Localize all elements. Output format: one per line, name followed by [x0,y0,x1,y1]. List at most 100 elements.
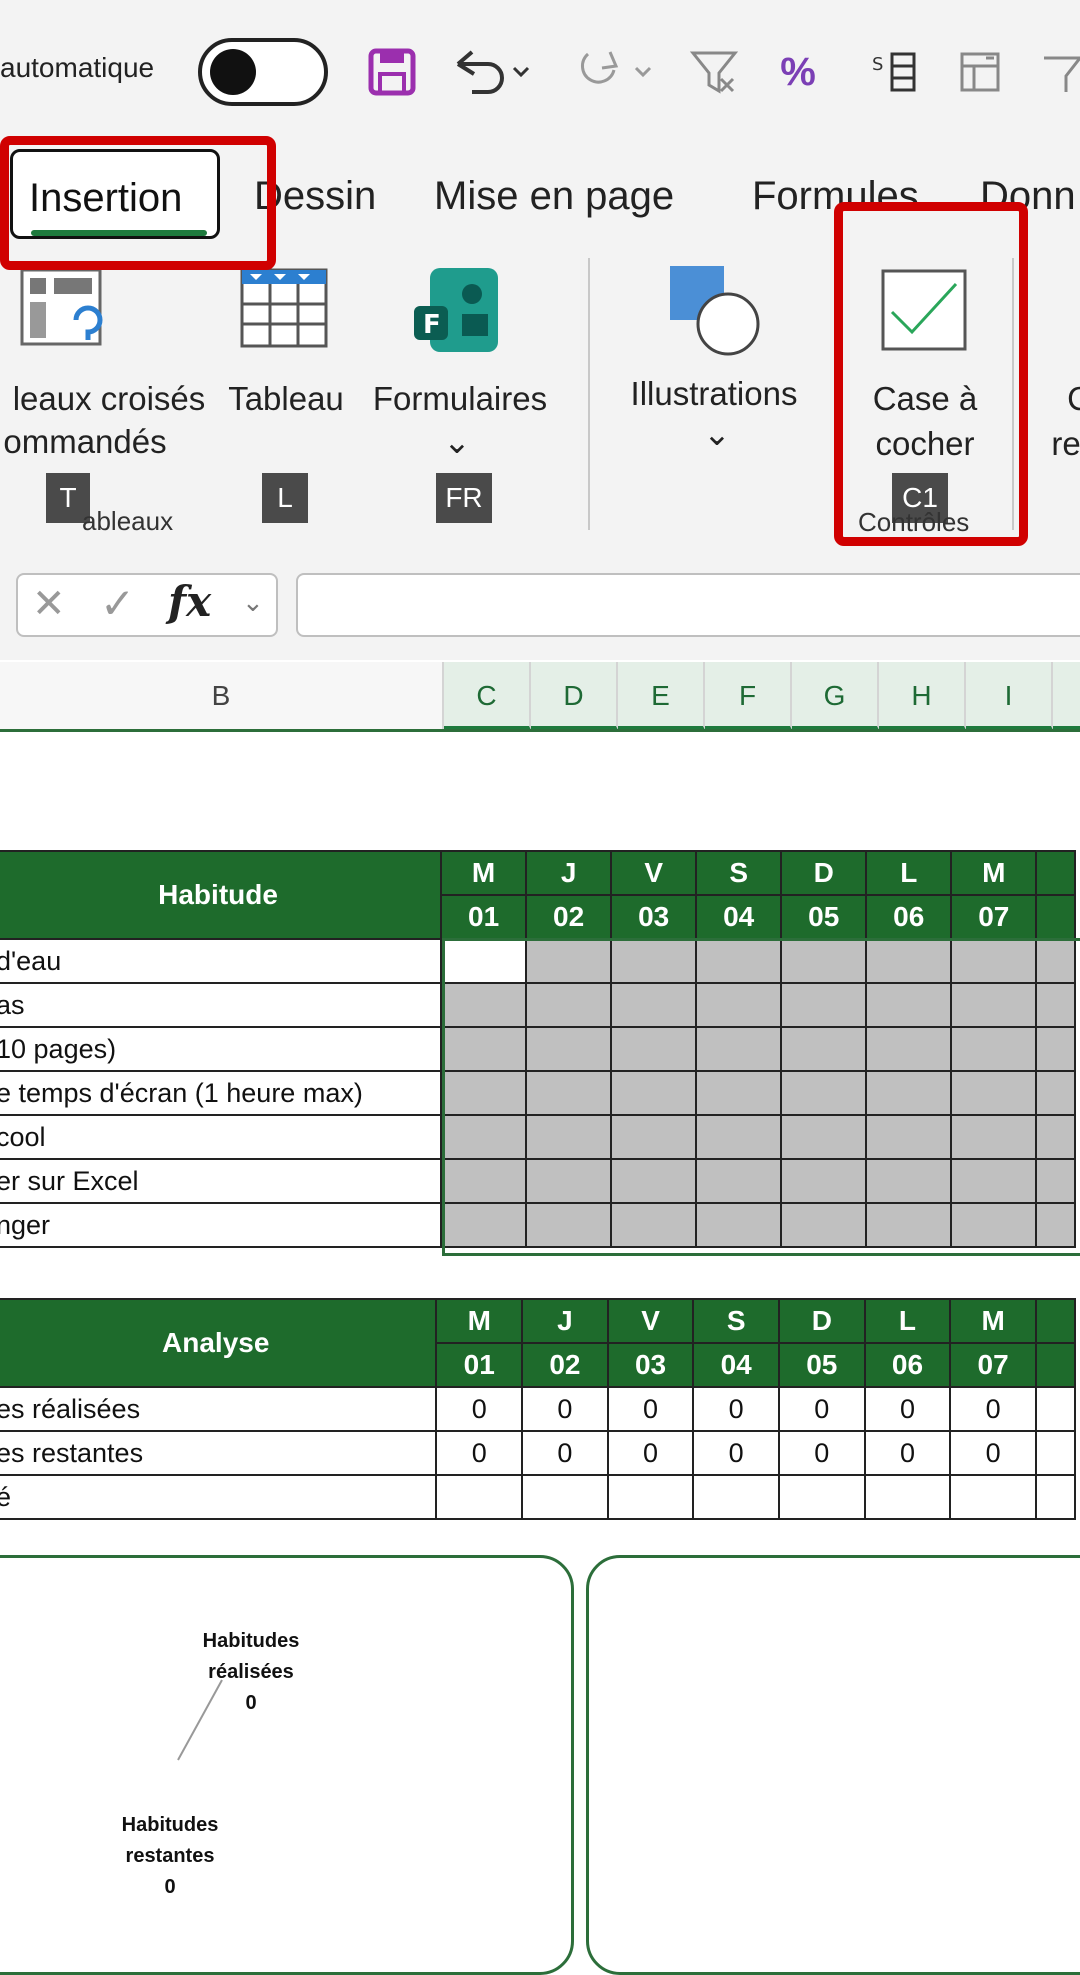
chart-panel-left[interactable] [0,1555,574,1975]
checkbox-cell[interactable] [780,1158,868,1204]
checkbox-cell[interactable] [440,1202,528,1248]
date-cell[interactable]: 02 [521,1342,609,1388]
checkbox-cell[interactable] [695,982,783,1028]
checkbox-cell[interactable] [525,1202,613,1248]
day-cell[interactable]: L [863,1298,952,1344]
checkbox-cell[interactable] [440,1070,528,1116]
redo-icon[interactable] [570,40,660,104]
checkbox-cell[interactable] [950,1158,1038,1204]
value-cell[interactable] [863,1474,952,1520]
day-cell-partial[interactable] [1035,850,1076,896]
checkbox-cell[interactable] [610,982,698,1028]
checkbox-cell[interactable] [950,1202,1038,1248]
date-cell[interactable]: 03 [606,1342,695,1388]
checkbox-cell[interactable] [610,1070,698,1116]
formula-input[interactable] [296,573,1080,637]
column-header-e[interactable]: E [618,662,705,730]
value-cell[interactable]: 0 [606,1386,695,1432]
value-cell[interactable]: 0 [521,1386,609,1432]
value-cell[interactable]: 0 [778,1386,866,1432]
date-cell[interactable]: 06 [863,1342,952,1388]
cancel-icon[interactable]: ✕ [32,581,66,627]
sort-icon[interactable]: S [864,40,924,104]
analysis-label[interactable]: é [0,1474,438,1520]
day-cell[interactable]: J [525,850,613,896]
checkbox-cell[interactable] [1035,982,1076,1028]
chevron-down-icon[interactable]: ⌄ [242,587,264,618]
checkbox-cell[interactable] [610,1158,698,1204]
undo-icon[interactable] [448,40,538,104]
habit-label[interactable]: cool [0,1114,443,1160]
value-cell[interactable] [606,1474,695,1520]
day-cell[interactable]: M [950,850,1038,896]
day-cell[interactable]: S [695,850,783,896]
day-cell[interactable]: J [521,1298,609,1344]
checkbox-cell[interactable] [610,1114,698,1160]
checkbox-cell[interactable] [440,1026,528,1072]
analysis-label[interactable]: es réalisées [0,1386,438,1432]
date-cell[interactable]: 05 [778,1342,866,1388]
checkbox-cell[interactable] [865,1026,953,1072]
partial-button-label-1[interactable]: C [1064,375,1080,423]
checkbox-cell[interactable] [695,1026,783,1072]
checkbox-cell[interactable] [695,1070,783,1116]
value-cell[interactable]: 0 [863,1386,952,1432]
checkbox-cell[interactable] [1035,938,1076,984]
day-cell[interactable]: M [435,1298,524,1344]
checkbox-cell[interactable] [610,938,698,984]
day-cell[interactable]: D [778,1298,866,1344]
checkbox-cell[interactable] [865,1070,953,1116]
date-cell[interactable]: 04 [692,1342,780,1388]
filter-clear-icon[interactable] [684,40,744,104]
value-cell[interactable] [435,1474,524,1520]
checkbox-cell[interactable] [695,1202,783,1248]
habit-label[interactable]: d'eau [0,938,443,984]
pivot-table-label-1[interactable]: leaux croisés [0,375,218,423]
checkbox-cell[interactable] [865,938,953,984]
date-cell[interactable]: 01 [435,1342,524,1388]
checkbox-cell[interactable] [525,1158,613,1204]
checkbox-cell[interactable] [865,982,953,1028]
date-cell[interactable]: 02 [525,894,613,940]
column-header-partial[interactable] [1053,662,1080,730]
habit-label[interactable]: e temps d'écran (1 heure max) [0,1070,443,1116]
checkbox-cell[interactable] [695,1158,783,1204]
checkbox-cell[interactable] [780,982,868,1028]
date-cell[interactable]: 04 [695,894,783,940]
column-header-b[interactable]: B [0,662,444,730]
value-cell[interactable] [692,1474,780,1520]
checkbox-cell[interactable] [865,1202,953,1248]
checkbox-cell[interactable] [440,982,528,1028]
value-cell-partial[interactable] [1034,1430,1077,1476]
date-cell[interactable]: 07 [949,1342,1037,1388]
checkbox-cell[interactable] [525,1114,613,1160]
value-cell[interactable]: 0 [606,1430,695,1476]
checkbox-cell[interactable] [950,982,1038,1028]
value-cell[interactable]: 0 [863,1430,952,1476]
day-cell[interactable]: D [780,850,868,896]
day-cell[interactable]: V [610,850,698,896]
checkbox-cell[interactable] [1035,1158,1076,1204]
value-cell[interactable]: 0 [692,1430,780,1476]
value-cell[interactable]: 0 [435,1386,524,1432]
date-cell[interactable]: 06 [865,894,953,940]
date-cell[interactable]: 07 [950,894,1038,940]
day-cell-partial[interactable] [1034,1298,1077,1344]
checkbox-cell[interactable] [1035,1070,1076,1116]
table-button-label[interactable]: Tableau [218,375,354,423]
value-cell-partial[interactable] [1034,1386,1077,1432]
habit-label[interactable]: nger [0,1202,443,1248]
habit-label[interactable]: er sur Excel [0,1158,443,1204]
day-cell[interactable]: L [865,850,953,896]
day-cell[interactable]: V [606,1298,695,1344]
date-cell[interactable]: 01 [440,894,528,940]
checkbox-cell[interactable] [695,938,783,984]
freeze-icon[interactable] [950,40,1010,104]
checkbox-cell[interactable] [780,1070,868,1116]
analysis-label[interactable]: es restantes [0,1430,438,1476]
checkbox-cell[interactable] [695,1114,783,1160]
chart-panel-right[interactable] [586,1555,1080,1975]
checkbox-cell[interactable] [440,1158,528,1204]
checkbox-cell[interactable] [610,1026,698,1072]
value-cell[interactable]: 0 [949,1386,1037,1432]
